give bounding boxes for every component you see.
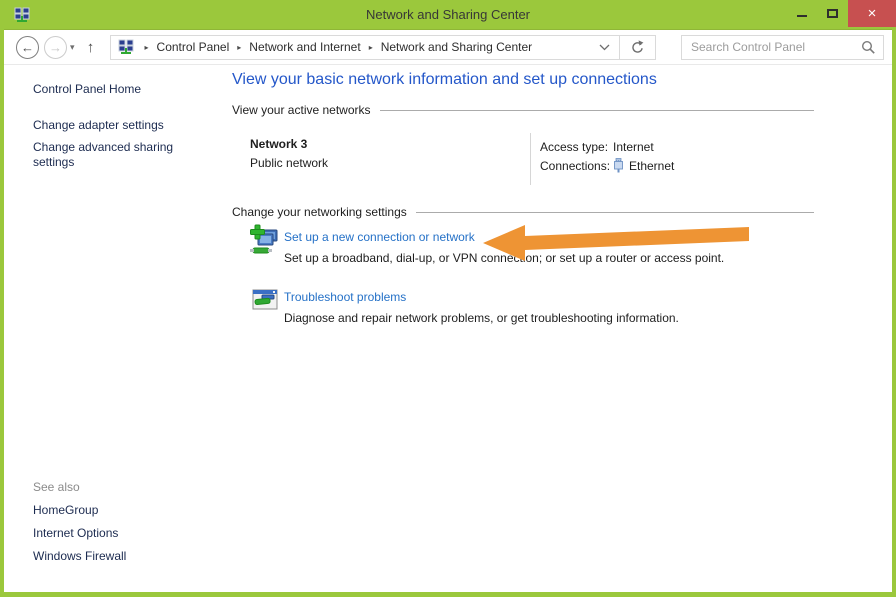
sidebar: Control Panel Home Change adapter settin… xyxy=(4,65,232,592)
setup-connection-text: Set up a new connection or network Set u… xyxy=(284,224,724,266)
crumb-separator-icon: ▸ xyxy=(145,43,149,52)
breadcrumb-item-network-sharing-center[interactable]: Network and Sharing Center xyxy=(379,40,534,54)
sidebar-item-homegroup[interactable]: HomeGroup xyxy=(33,503,212,518)
section-divider xyxy=(416,212,814,213)
minimize-button[interactable] xyxy=(786,0,817,27)
breadcrumb-item-network-and-internet[interactable]: Network and Internet xyxy=(247,40,362,54)
crumb-separator-icon: ▸ xyxy=(237,43,241,52)
window-body: Control Panel Home Change adapter settin… xyxy=(4,65,892,592)
troubleshoot-icon xyxy=(249,284,281,316)
see-also-label: See also xyxy=(33,480,212,495)
back-button[interactable]: ← xyxy=(16,36,39,59)
network-type: Public network xyxy=(250,154,530,173)
network-sharing-center-window: Network and Sharing Center × ← → ▾ ↑ ▸ C… xyxy=(0,0,896,597)
network-breadcrumb-icon xyxy=(118,39,134,55)
troubleshoot-link[interactable]: Troubleshoot problems xyxy=(284,290,679,305)
sidebar-item-internet-options[interactable]: Internet Options xyxy=(33,526,212,541)
address-dropdown-icon[interactable] xyxy=(599,44,610,51)
connections-value-link[interactable]: Ethernet xyxy=(629,159,674,173)
sidebar-item-windows-firewall[interactable]: Windows Firewall xyxy=(33,549,212,564)
crumb-separator-icon: ▸ xyxy=(369,43,373,52)
section-divider xyxy=(380,110,814,111)
active-network-row: Network 3 Public network Access type: In… xyxy=(250,133,892,185)
search-box xyxy=(681,35,884,60)
minimize-icon xyxy=(797,15,807,17)
ethernet-icon xyxy=(613,158,624,173)
close-button[interactable]: × xyxy=(848,0,896,27)
troubleshoot-item: Troubleshoot problems Diagnose and repai… xyxy=(249,284,892,326)
maximize-button[interactable] xyxy=(817,0,848,27)
network-name: Network 3 xyxy=(250,135,530,154)
networking-settings-label: Change your networking settings xyxy=(232,205,407,219)
access-type-value: Internet xyxy=(613,140,654,154)
see-also-section: See also HomeGroup Internet Options Wind… xyxy=(33,480,212,572)
maximize-icon xyxy=(827,9,838,18)
chevron-down-icon: ▾ xyxy=(70,42,75,52)
navigation-toolbar: ← → ▾ ↑ ▸ Control Panel ▸ Network and In… xyxy=(4,30,892,65)
active-networks-label: View your active networks xyxy=(232,103,371,117)
setup-connection-link[interactable]: Set up a new connection or network xyxy=(284,230,724,245)
network-app-icon xyxy=(14,7,30,23)
refresh-icon xyxy=(630,40,644,54)
window-title: Network and Sharing Center xyxy=(4,7,892,22)
access-type-label: Access type: xyxy=(540,140,613,154)
connections-row: Connections: Ethernet xyxy=(540,156,674,175)
sidebar-item-change-adapter-settings[interactable]: Change adapter settings xyxy=(33,118,212,133)
networking-settings-section-header: Change your networking settings xyxy=(232,205,814,219)
access-type-row: Access type: Internet xyxy=(540,137,674,156)
up-button[interactable]: ↑ xyxy=(81,39,101,56)
sidebar-item-change-advanced-sharing[interactable]: Change advanced sharing settings xyxy=(33,140,183,170)
active-networks-section-header: View your active networks xyxy=(232,103,814,117)
sidebar-item-control-panel-home[interactable]: Control Panel Home xyxy=(33,82,212,97)
troubleshoot-description: Diagnose and repair network problems, or… xyxy=(284,311,679,326)
close-icon: × xyxy=(868,6,877,21)
breadcrumb[interactable]: ▸ Control Panel ▸ Network and Internet ▸… xyxy=(110,35,656,60)
page-title: View your basic network information and … xyxy=(232,71,892,89)
window-controls: × xyxy=(786,0,896,27)
network-details: Access type: Internet Connections: xyxy=(531,133,674,185)
breadcrumb-item-control-panel[interactable]: Control Panel xyxy=(155,40,232,54)
search-icon[interactable] xyxy=(861,40,876,55)
search-input[interactable] xyxy=(681,35,884,60)
forward-icon: → xyxy=(49,41,62,54)
recent-pages-dropdown[interactable]: ▾ xyxy=(70,42,75,53)
new-connection-icon xyxy=(249,224,281,256)
refresh-button[interactable] xyxy=(619,35,655,60)
network-identity: Network 3 Public network xyxy=(250,133,530,185)
titlebar[interactable]: Network and Sharing Center × xyxy=(4,0,892,30)
setup-connection-description: Set up a broadband, dial-up, or VPN conn… xyxy=(284,251,724,266)
up-icon: ↑ xyxy=(87,39,95,56)
forward-button[interactable]: → xyxy=(44,36,67,59)
connections-label: Connections: xyxy=(540,159,613,173)
troubleshoot-text: Troubleshoot problems Diagnose and repai… xyxy=(284,284,679,326)
setup-connection-item: Set up a new connection or network Set u… xyxy=(249,224,892,266)
main-content: View your basic network information and … xyxy=(232,65,892,592)
back-icon: ← xyxy=(21,41,34,54)
